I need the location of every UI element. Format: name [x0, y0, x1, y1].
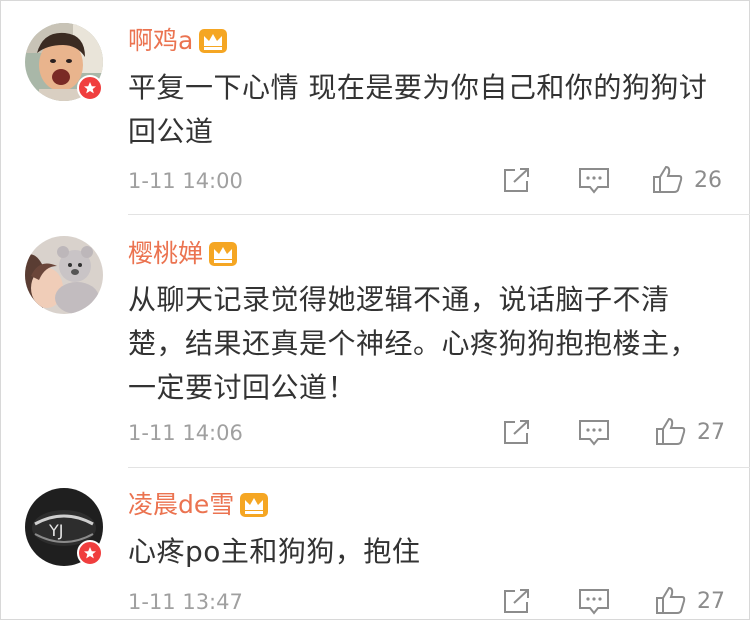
username[interactable]: 啊鸡a: [128, 24, 193, 58]
share-icon[interactable]: [500, 586, 534, 616]
comment-icon[interactable]: [577, 417, 611, 447]
share-icon[interactable]: [500, 417, 534, 447]
username[interactable]: 凌晨de雪: [128, 488, 234, 522]
like-count: 27: [697, 420, 725, 445]
svg-text:YJ: YJ: [48, 521, 64, 540]
verified-badge-icon: [77, 540, 103, 566]
username[interactable]: 樱桃婵: [128, 237, 203, 271]
comment-time: 1-11 14:00: [128, 169, 243, 193]
crown-icon: [209, 242, 238, 266]
comment-icon[interactable]: [577, 165, 611, 195]
crown-icon: [240, 493, 269, 517]
comment-header: 樱桃婵: [128, 237, 238, 271]
comment-time: 1-11 14:06: [128, 421, 243, 445]
avatar-container[interactable]: [25, 23, 103, 101]
crown-icon: [199, 29, 228, 53]
avatar-container[interactable]: YJ: [25, 488, 103, 566]
divider: [128, 214, 750, 215]
avatar-container[interactable]: [25, 236, 103, 314]
comment-time: 1-11 13:47: [128, 590, 243, 614]
comment-header: 啊鸡a: [128, 24, 228, 58]
share-icon[interactable]: [500, 165, 534, 195]
comment-text: 从聊天记录觉得她逻辑不通，说话脑子不清楚，结果还真是个神经。心疼狗狗抱抱楼主，一…: [128, 283, 699, 404]
comment-icon[interactable]: [577, 586, 611, 616]
thumbs-up-icon[interactable]: [654, 416, 688, 446]
divider: [128, 467, 750, 468]
comment-text: 平复一下心情 现在是要为你自己和你的狗狗讨回公道: [128, 71, 708, 148]
verified-badge-icon: [77, 75, 103, 101]
thumbs-up-icon[interactable]: [651, 164, 685, 194]
comment-header: 凌晨de雪: [128, 488, 269, 522]
like-count: 26: [694, 168, 722, 193]
comment-text: 心疼po主和狗狗，抱住: [128, 535, 421, 568]
thumbs-up-icon[interactable]: [654, 585, 688, 615]
avatar[interactable]: [25, 236, 103, 314]
like-count: 27: [697, 589, 725, 614]
